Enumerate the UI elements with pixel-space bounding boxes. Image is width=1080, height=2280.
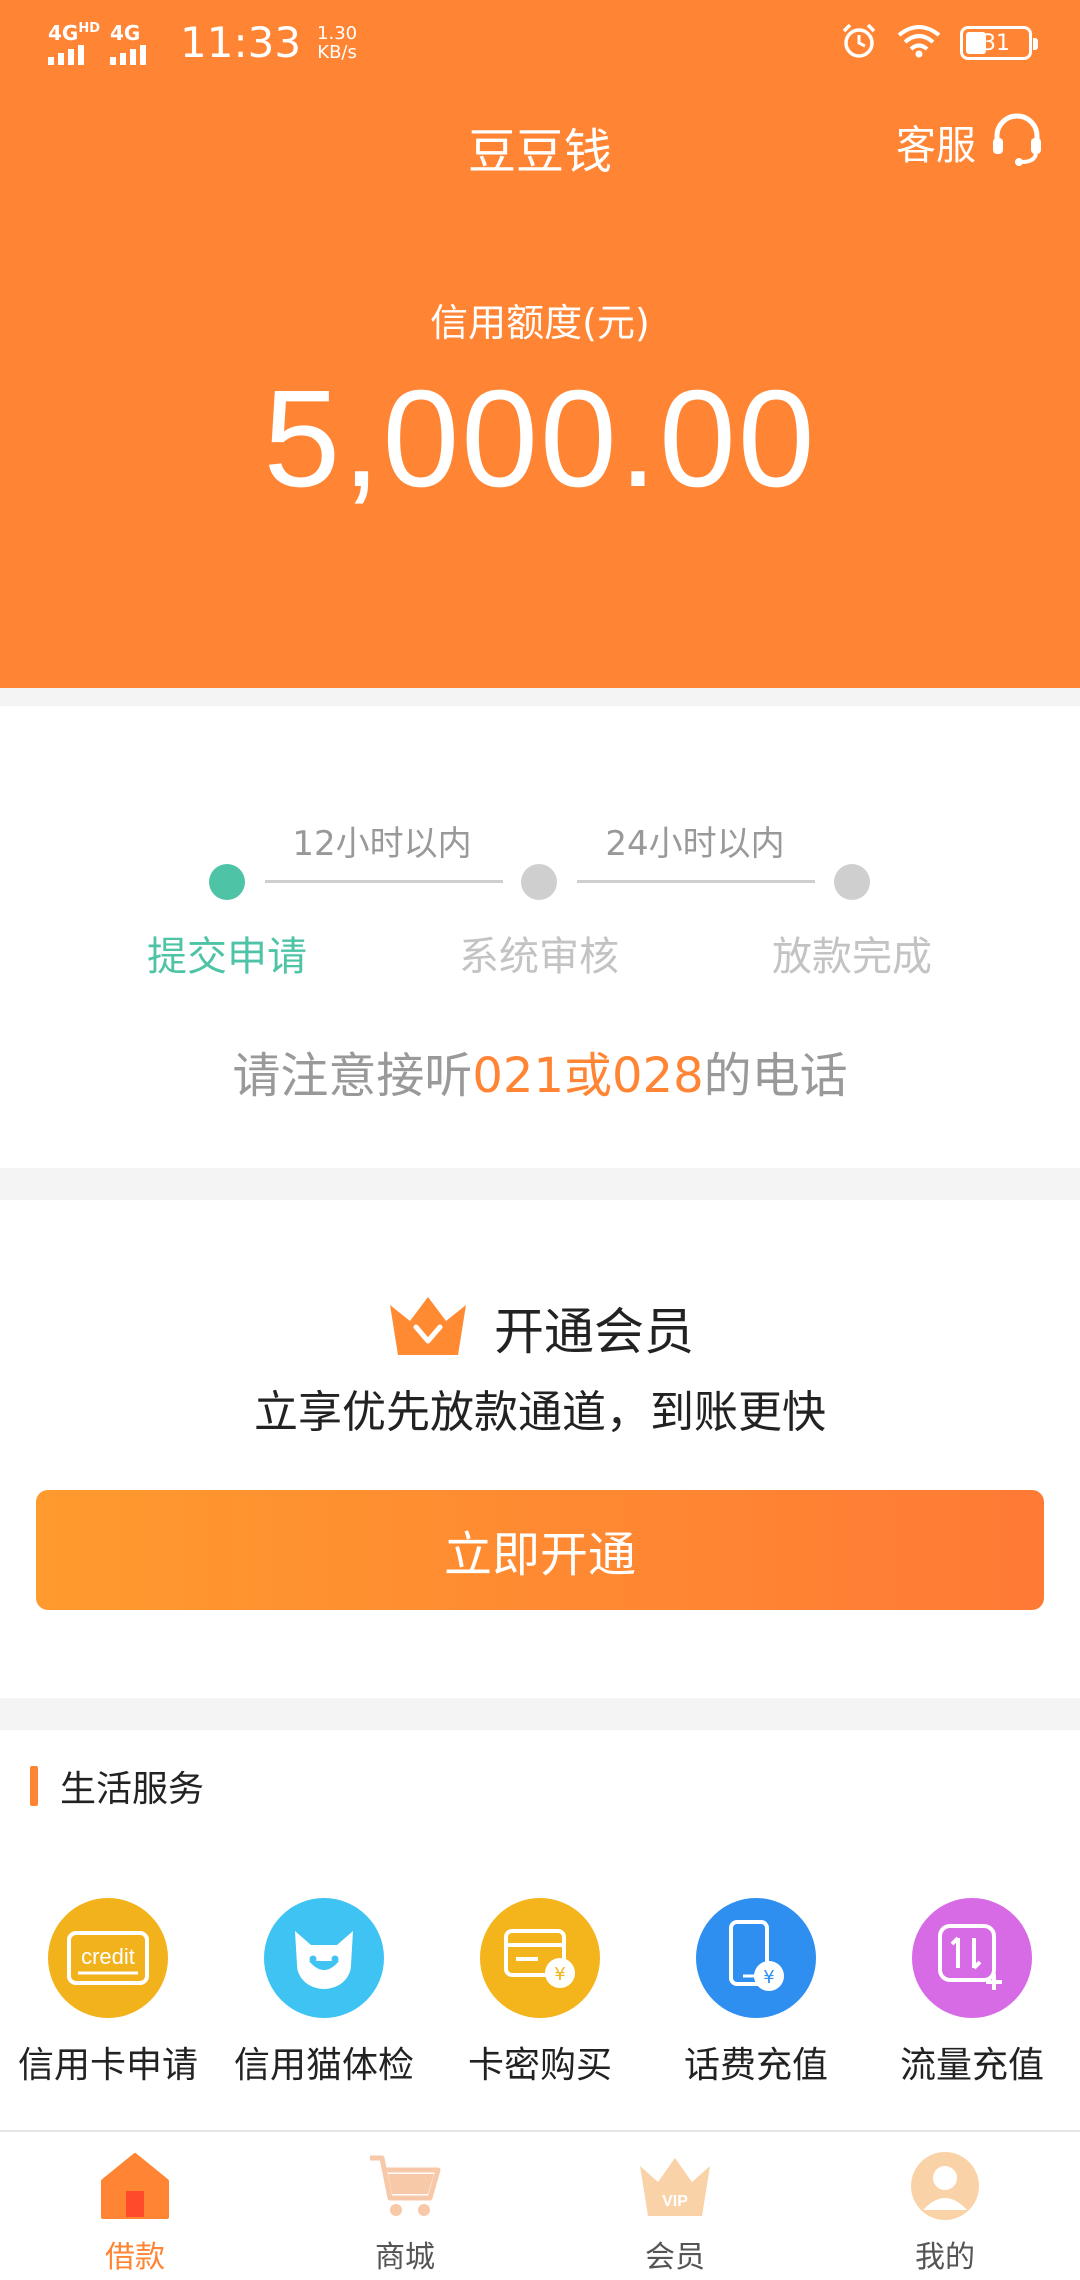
tab-mine[interactable]: 我的: [845, 2146, 1045, 2276]
notice-prefix: 请注意接听: [232, 1048, 473, 1104]
notice-phone-prefixes: 021或028: [472, 1048, 704, 1104]
life-services-header: 生活服务: [30, 1760, 204, 1812]
status-bar: 4GHD 4G 11:33 1.30 KB/s 31: [0, 0, 1080, 84]
cat-icon: [264, 1898, 384, 2018]
signal-4g-hd-icon: 4GHD: [48, 21, 100, 65]
network-speed: 1.30 KB/s: [317, 24, 357, 62]
tab-membership[interactable]: VIP 会员: [575, 2146, 775, 2276]
crown-icon: [386, 1293, 470, 1363]
phone-yuan-icon: ¥: [696, 1898, 816, 2018]
notice-suffix: 的电话: [703, 1048, 848, 1104]
tab-label: 商城: [375, 2240, 435, 2275]
life-services-section: 生活服务 credit 信用卡申请 信用猫体检 ¥ 卡密购买 ¥ 话费充值 流量…: [0, 1730, 1080, 2130]
data-plus-icon: [912, 1898, 1032, 2018]
signal-4g-icon: 4G: [110, 21, 162, 65]
avatar-icon: [905, 2146, 985, 2226]
tab-mall[interactable]: 商城: [305, 2146, 505, 2276]
service-phone-recharge[interactable]: ¥ 话费充值: [648, 1898, 864, 2088]
speed-value: 1.30: [317, 22, 358, 44]
membership-card: 开通会员 立享优先放款通道，到账更快 立即开通: [0, 1200, 1080, 1698]
duration-label-1: 12小时以内: [292, 824, 472, 864]
life-services-title: 生活服务: [60, 1769, 205, 1810]
service-card-key-purchase[interactable]: ¥ 卡密购买: [432, 1898, 648, 2088]
header: 4GHD 4G 11:33 1.30 KB/s 31 豆豆钱 客服 信用额度(元…: [0, 0, 1080, 688]
service-credit-card-apply[interactable]: credit 信用卡申请: [0, 1898, 216, 2088]
customer-service-label: 客服: [896, 123, 976, 169]
alarm-icon: [840, 22, 878, 64]
net1-suffix: HD: [78, 20, 101, 36]
service-label: 信用猫体检: [233, 2045, 414, 2086]
net1-label: 4G: [48, 20, 79, 45]
crown-vip-icon: VIP: [635, 2146, 715, 2226]
bottom-tab-bar: 借款 商城 VIP 会员 我的: [0, 2130, 1080, 2280]
status-left: 4GHD 4G 11:33 1.30 KB/s: [48, 18, 357, 67]
membership-title-row: 开通会员: [0, 1292, 1080, 1364]
loan-progress-card: 12小时以内 24小时以内 提交申请 系统审核 放款完成 请注意接听021或02…: [0, 706, 1080, 1168]
step-line-2: [577, 880, 815, 883]
step-label-submit: 提交申请: [147, 934, 307, 980]
service-label: 话费充值: [683, 2045, 828, 2086]
step-label-review: 系统审核: [459, 934, 619, 980]
duration-label-2: 24小时以内: [605, 824, 785, 864]
app-screen: 4GHD 4G 11:33 1.30 KB/s 31 豆豆钱 客服 信用额度(元…: [0, 0, 1080, 2280]
service-label: 流量充值: [899, 2045, 1044, 2086]
step-dot-payout: [834, 864, 870, 900]
service-data-recharge[interactable]: 流量充值: [864, 1898, 1080, 2088]
tab-loan[interactable]: 借款: [35, 2146, 235, 2276]
card-yuan-icon: ¥: [480, 1898, 600, 2018]
credit-limit-label: 信用额度(元): [430, 301, 650, 345]
open-membership-button[interactable]: 立即开通: [36, 1490, 1044, 1610]
tab-label: 我的: [915, 2240, 975, 2275]
step-line-1: [265, 880, 503, 883]
section-accent-bar: [30, 1766, 38, 1806]
status-right: 31: [840, 22, 1038, 64]
battery-level: 31: [982, 30, 1010, 56]
credit-card-icon: credit: [48, 1898, 168, 2018]
wifi-icon: [896, 23, 942, 63]
membership-title: 开通会员: [494, 1303, 694, 1361]
credit-limit-amount: 5,000.00: [263, 362, 817, 516]
speed-unit: KB/s: [317, 41, 357, 63]
headset-icon: [988, 108, 1046, 176]
service-label: 信用卡申请: [17, 2045, 198, 2086]
customer-service-button[interactable]: 客服: [896, 108, 1046, 176]
phone-notice: 请注意接听021或028的电话: [0, 1036, 1080, 1106]
home-icon: [95, 2146, 175, 2226]
vip-text: VIP: [662, 2193, 688, 2210]
credit-icon-text: credit: [81, 1944, 135, 1969]
svg-text:¥: ¥: [554, 1964, 565, 1985]
step-dot-submit: [209, 864, 245, 900]
svg-text:¥: ¥: [763, 1967, 774, 1988]
tab-label: 会员: [645, 2240, 705, 2275]
service-label: 卡密购买: [467, 2045, 612, 2086]
net2-label: 4G: [110, 20, 141, 45]
step-dot-review: [521, 864, 557, 900]
tab-label: 借款: [105, 2240, 165, 2275]
battery-icon: 31: [960, 26, 1038, 60]
service-credit-cat-check[interactable]: 信用猫体检: [216, 1898, 432, 2088]
cart-icon: [365, 2146, 445, 2226]
clock: 11:33: [180, 18, 302, 67]
membership-subtitle: 立享优先放款通道，到账更快: [254, 1387, 826, 1438]
step-label-payout: 放款完成: [772, 934, 932, 980]
